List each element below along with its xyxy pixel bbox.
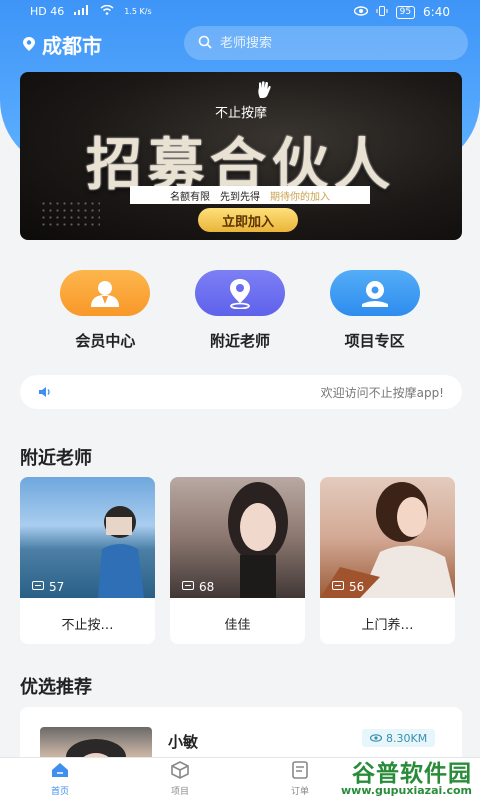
wifi-icon — [100, 4, 114, 18]
quick-action-label: 会员中心 — [75, 332, 136, 350]
order-icon — [289, 761, 311, 782]
views-icon — [332, 580, 344, 594]
teacher-name: 佳佳 — [224, 618, 251, 633]
project-icon — [329, 270, 420, 316]
clock: 6:40 — [423, 5, 450, 19]
view-count: 56 — [349, 580, 365, 594]
signal-icon — [74, 5, 90, 18]
tab-label: 首页 — [50, 787, 69, 797]
teacher-name: 不止按… — [61, 618, 114, 633]
network-indicator: HD 46 — [30, 5, 65, 18]
location-pin-icon — [22, 33, 36, 57]
teacher-card[interactable]: 57 不止按… — [20, 477, 155, 644]
banner-sub-3: 期待你的加入 — [270, 191, 330, 203]
banner-sub-2: 先到先得 — [220, 191, 260, 203]
search-icon — [198, 34, 212, 53]
tab-label: 订单 — [290, 787, 309, 797]
banner-dot-pattern — [40, 200, 100, 230]
nearby-section-title: 附近老师 — [20, 448, 92, 469]
teacher-card[interactable]: 68 佳佳 — [170, 477, 305, 644]
quick-action-nearby-teachers[interactable]: 附近老师 — [180, 270, 300, 351]
distance-value: 8.30KM — [386, 731, 428, 745]
teacher-card[interactable]: 56 上门养… — [320, 477, 455, 644]
teacher-photo: 68 — [170, 477, 305, 598]
battery-indicator: 95 — [395, 5, 416, 19]
status-bar: HD 46 1.5 K/s 95 6:40 — [0, 0, 480, 24]
eye-comfort-icon — [353, 5, 368, 19]
watermark-title: 谷普软件园 — [352, 761, 472, 787]
recommend-section-title: 优选推荐 — [20, 677, 92, 698]
teacher-photo: 56 — [320, 477, 455, 598]
eye-icon — [369, 732, 383, 745]
quick-action-project-zone[interactable]: 项目专区 — [315, 270, 435, 351]
banner-brand: 不止按摩 — [214, 106, 267, 121]
home-icon — [49, 761, 71, 782]
quick-action-label: 附近老师 — [209, 332, 270, 350]
banner-subtitle: 名额有限 先到先得 期待你的加入 — [130, 186, 370, 204]
tab-projects[interactable]: 项目 — [120, 758, 240, 800]
teacher-photo: 57 — [20, 477, 155, 598]
views-icon — [182, 580, 194, 594]
promo-banner[interactable]: 不止按摩 招募合伙人 名额有限 先到先得 期待你的加入 立即加入 — [20, 72, 462, 240]
quick-action-member-center[interactable]: 会员中心 — [45, 270, 165, 351]
quick-actions: 会员中心 附近老师 项目专区 — [0, 270, 480, 351]
watermark-url: www.gupuxiazai.com — [341, 784, 472, 797]
views-icon — [32, 580, 44, 594]
quick-action-label: 项目专区 — [344, 332, 405, 350]
search-bar[interactable] — [184, 26, 468, 60]
tab-home[interactable]: 首页 — [0, 758, 120, 800]
recommend-name: 小敏 — [168, 733, 199, 751]
location-icon — [194, 270, 285, 316]
member-icon — [60, 270, 151, 316]
speaker-icon — [38, 383, 52, 402]
notice-bar[interactable]: 欢迎访问不止按摩app! — [20, 375, 462, 409]
search-input[interactable] — [220, 35, 440, 51]
network-speed: 1.5 K/s — [124, 7, 152, 16]
view-count: 57 — [49, 580, 65, 594]
city-name: 成都市 — [42, 34, 102, 58]
banner-sub-1: 名额有限 — [170, 191, 210, 203]
notice-text: 欢迎访问不止按摩app! — [320, 385, 444, 400]
teacher-name: 上门养… — [361, 618, 414, 633]
tab-label: 项目 — [170, 787, 189, 797]
view-count: 68 — [199, 580, 215, 594]
cube-icon — [169, 761, 191, 782]
hand-logo-icon — [256, 80, 274, 104]
site-watermark: 谷普软件园 www.gupuxiazai.com — [328, 754, 478, 800]
distance-badge: 8.30KM — [362, 729, 436, 747]
join-now-button[interactable]: 立即加入 — [198, 208, 298, 232]
nearby-teacher-list: 57 不止按… 68 佳佳 56 上门养… — [20, 477, 455, 644]
vibrate-icon — [376, 5, 388, 19]
city-selector[interactable]: 成都市 — [22, 30, 102, 59]
